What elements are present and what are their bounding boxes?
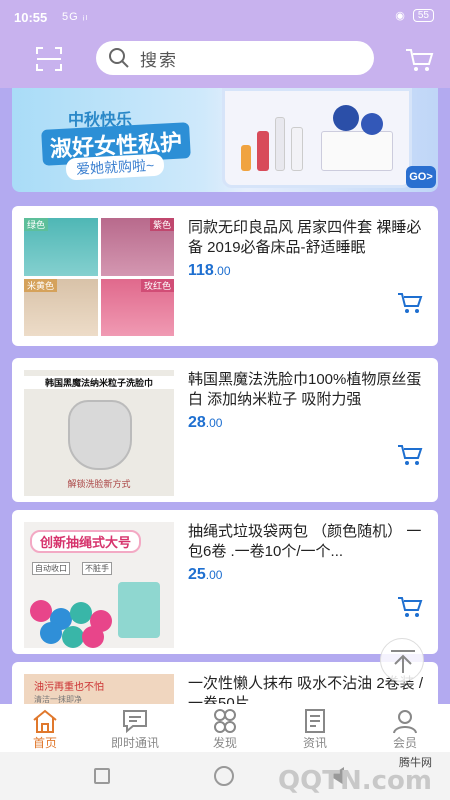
banner-line3: 爱她就购啦~: [65, 153, 165, 181]
add-to-cart-icon[interactable]: [396, 290, 424, 316]
product-card[interactable]: 韩国黑魔法纳米粒子洗脸巾 解锁洗脸新方式 韩国黑魔法洗脸巾100%植物原丝蛋白 …: [12, 358, 438, 502]
nav-label: 即时通讯: [110, 736, 159, 750]
status-right: ◉ 55: [395, 9, 434, 22]
back-to-top-button[interactable]: [380, 638, 424, 682]
product-price: 28.00: [188, 414, 223, 431]
thumb-footer: 解锁洗脸新方式: [67, 479, 131, 489]
nav-discover[interactable]: 发现: [180, 704, 270, 752]
thumb-label: 米黄色: [24, 278, 58, 292]
scan-icon[interactable]: [34, 44, 64, 74]
home-button[interactable]: [214, 766, 234, 786]
nav-home[interactable]: 首页: [0, 704, 90, 752]
product-thumbnail: 绿色 紫色 米黄色 玫红色: [24, 218, 174, 336]
nav-news[interactable]: 资讯: [270, 704, 360, 752]
chat-icon: [123, 710, 147, 734]
add-to-cart-icon[interactable]: [396, 442, 424, 468]
towel-bag-image: [68, 400, 132, 470]
bottom-nav: 首页 即时通讯 发现 资讯 会员: [0, 704, 450, 752]
product-title: 抽绳式垃圾袋两包 （颜色随机） 一包6卷 .一卷10个/一个...: [188, 523, 422, 560]
home-icon: [33, 709, 57, 733]
recent-apps-button[interactable]: [94, 768, 110, 784]
promo-banner[interactable]: 中秋快乐 淑好女性私护 爱她就购啦~ GO>: [12, 88, 438, 192]
nav-label: 资讯: [302, 736, 327, 750]
add-to-cart-icon[interactable]: [396, 594, 424, 620]
thumb-label: 紫色: [149, 218, 174, 231]
product-title: 韩国黑魔法洗脸巾100%植物原丝蛋白 添加纳米粒子 吸附力强: [188, 371, 422, 408]
banner-product-image: [222, 88, 412, 188]
search-icon: [109, 48, 129, 68]
thumb-label: 绿色: [24, 218, 49, 231]
thumb-heading: 创新抽绳式大号: [30, 530, 142, 553]
thumb-heading: 油污再重也不怕: [34, 682, 104, 693]
content-area: 中秋快乐 淑好女性私护 爱她就购啦~ GO> 绿色 紫色 米黄色 玫红色 同款无…: [0, 88, 450, 704]
search-placeholder: 搜索: [140, 50, 178, 70]
watermark: 腾牛网 QQTN.com: [278, 754, 434, 798]
news-icon: [305, 709, 325, 733]
arrow-up-icon: [391, 650, 415, 673]
thumb-tag: 自动收口: [32, 562, 70, 575]
status-bar: 10:55 5G ᵢₗ ◉ 55: [0, 0, 450, 34]
battery-icon: 55: [412, 9, 434, 22]
banner-go-button[interactable]: GO>: [406, 166, 436, 188]
thumb-label: 玫红色: [140, 278, 174, 292]
product-price: 25.00: [188, 566, 223, 583]
nav-label: 会员: [392, 736, 417, 750]
product-card[interactable]: 创新抽绳式大号 自动收口 不脏手 抽绳式垃圾袋两包 （颜色随机） 一包6卷 .一…: [12, 510, 438, 654]
thumb-sub: 清洁一抹即净: [34, 695, 82, 704]
thumb-tag: 不脏手: [82, 562, 112, 575]
product-thumbnail: 韩国黑魔法纳米粒子洗脸巾 解锁洗脸新方式: [24, 370, 174, 496]
product-card[interactable]: 油污再重也不怕 清洁一抹即净 一次性懒人抹布 吸水不沾油 2卷装 / 一卷50片: [12, 662, 438, 704]
search-input[interactable]: 搜索: [96, 41, 374, 75]
nav-chat[interactable]: 即时通讯: [90, 704, 180, 752]
alarm-icon: ◉: [395, 10, 405, 22]
product-price: 118.00: [188, 262, 231, 279]
product-title: 同款无印良品风 居家四件套 裸睡必备 2019必备床品-舒适睡眠: [188, 219, 422, 256]
signal-icon: 5G ᵢₗ: [62, 11, 89, 23]
discover-icon: [214, 709, 236, 733]
product-thumbnail: 油污再重也不怕 清洁一抹即净: [24, 674, 174, 704]
nav-label: 发现: [212, 736, 237, 750]
status-time: 10:55: [14, 10, 48, 25]
product-card[interactable]: 绿色 紫色 米黄色 玫红色 同款无印良品风 居家四件套 裸睡必备 2019必备床…: [12, 206, 438, 346]
cart-icon[interactable]: [404, 46, 434, 74]
product-thumbnail: 创新抽绳式大号 自动收口 不脏手: [24, 522, 174, 648]
header: 搜索: [0, 34, 450, 88]
member-icon: [393, 710, 417, 734]
nav-member[interactable]: 会员: [360, 704, 450, 752]
thumb-heading: 韩国黑魔法纳米粒子洗脸巾: [24, 376, 174, 389]
watermark-brand: QQTN.com: [278, 766, 432, 796]
nav-label: 首页: [32, 736, 57, 750]
